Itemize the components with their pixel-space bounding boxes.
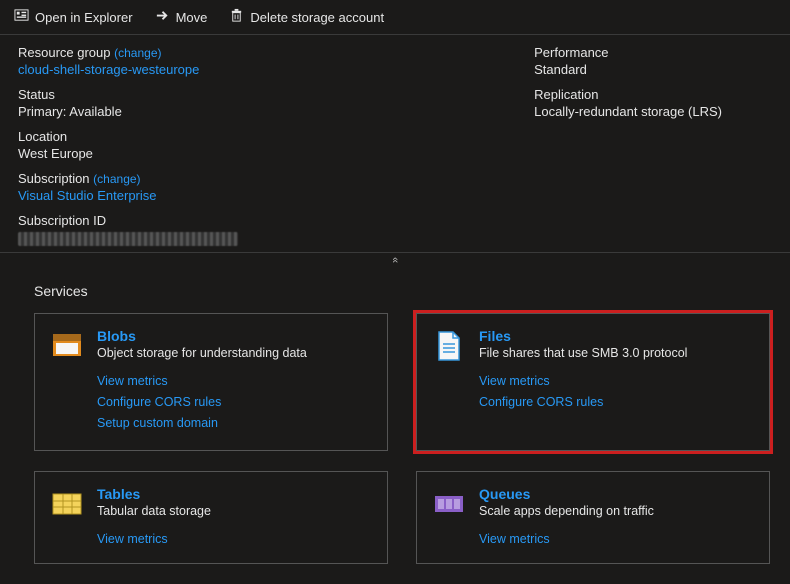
prop-performance: Performance Standard [534,45,722,77]
table-icon [51,488,83,520]
subscription-value[interactable]: Visual Studio Enterprise [18,188,238,203]
essentials-left: Resource group (change) cloud-shell-stor… [18,45,238,246]
blobs-title[interactable]: Blobs [97,328,307,344]
chevron-up-icon: « [389,257,401,265]
blob-icon [51,330,83,362]
arrow-right-icon [155,8,170,26]
files-desc: File shares that use SMB 3.0 protocol [479,346,687,360]
performance-value: Standard [534,62,722,77]
services-title: Services [34,283,770,299]
open-in-explorer-label: Open in Explorer [35,10,133,25]
replication-label: Replication [534,87,722,102]
tables-view-metrics-link[interactable]: View metrics [97,530,211,549]
move-label: Move [176,10,208,25]
blobs-desc: Object storage for understanding data [97,346,307,360]
status-value: Primary: Available [18,104,238,119]
delete-label: Delete storage account [250,10,384,25]
blobs-view-metrics-link[interactable]: View metrics [97,372,307,391]
blobs-custom-domain-link[interactable]: Setup custom domain [97,414,307,433]
location-label: Location [18,129,238,144]
queue-icon [433,488,465,520]
service-body: Files File shares that use SMB 3.0 proto… [479,328,687,432]
service-body: Blobs Object storage for understanding d… [97,328,307,432]
services-grid: Blobs Object storage for understanding d… [34,313,770,564]
open-in-explorer-button[interactable]: Open in Explorer [14,8,133,26]
queues-view-metrics-link[interactable]: View metrics [479,530,654,549]
queues-title[interactable]: Queues [479,486,654,502]
essentials-panel: Resource group (change) cloud-shell-stor… [0,35,790,252]
files-cors-link[interactable]: Configure CORS rules [479,393,687,412]
prop-status: Status Primary: Available [18,87,238,119]
resource-group-value[interactable]: cloud-shell-storage-westeurope [18,62,238,77]
subscription-change-link[interactable]: (change) [93,172,140,186]
services-section: Services Blobs Object storage for unders… [0,269,790,584]
essentials-right: Performance Standard Replication Locally… [534,45,722,246]
performance-label: Performance [534,45,722,60]
collapse-essentials-toggle[interactable]: « [0,252,790,269]
prop-subscription: Subscription (change) Visual Studio Ente… [18,171,238,203]
service-card-files[interactable]: Files File shares that use SMB 3.0 proto… [416,313,770,451]
replication-value: Locally-redundant storage (LRS) [534,104,722,119]
service-card-queues[interactable]: Queues Scale apps depending on traffic V… [416,471,770,564]
prop-subscription-id: Subscription ID [18,213,238,246]
blobs-cors-link[interactable]: Configure CORS rules [97,393,307,412]
file-icon [433,330,465,362]
files-title[interactable]: Files [479,328,687,344]
tables-desc: Tabular data storage [97,504,211,518]
prop-resource-group: Resource group (change) cloud-shell-stor… [18,45,238,77]
service-card-tables[interactable]: Tables Tabular data storage View metrics [34,471,388,564]
prop-replication: Replication Locally-redundant storage (L… [534,87,722,119]
delete-button[interactable]: Delete storage account [229,8,384,26]
queues-desc: Scale apps depending on traffic [479,504,654,518]
status-label: Status [18,87,238,102]
resource-group-label: Resource group [18,45,111,60]
explorer-icon [14,8,29,26]
prop-location: Location West Europe [18,129,238,161]
service-body: Tables Tabular data storage View metrics [97,486,211,549]
command-bar: Open in Explorer Move Delete storage acc… [0,0,790,35]
subscription-id-label: Subscription ID [18,213,238,228]
trash-icon [229,8,244,26]
move-button[interactable]: Move [155,8,208,26]
subscription-label: Subscription [18,171,90,186]
files-view-metrics-link[interactable]: View metrics [479,372,687,391]
subscription-id-value [18,232,238,246]
location-value: West Europe [18,146,238,161]
service-card-blobs[interactable]: Blobs Object storage for understanding d… [34,313,388,451]
resource-group-change-link[interactable]: (change) [114,46,161,60]
tables-title[interactable]: Tables [97,486,211,502]
service-body: Queues Scale apps depending on traffic V… [479,486,654,549]
